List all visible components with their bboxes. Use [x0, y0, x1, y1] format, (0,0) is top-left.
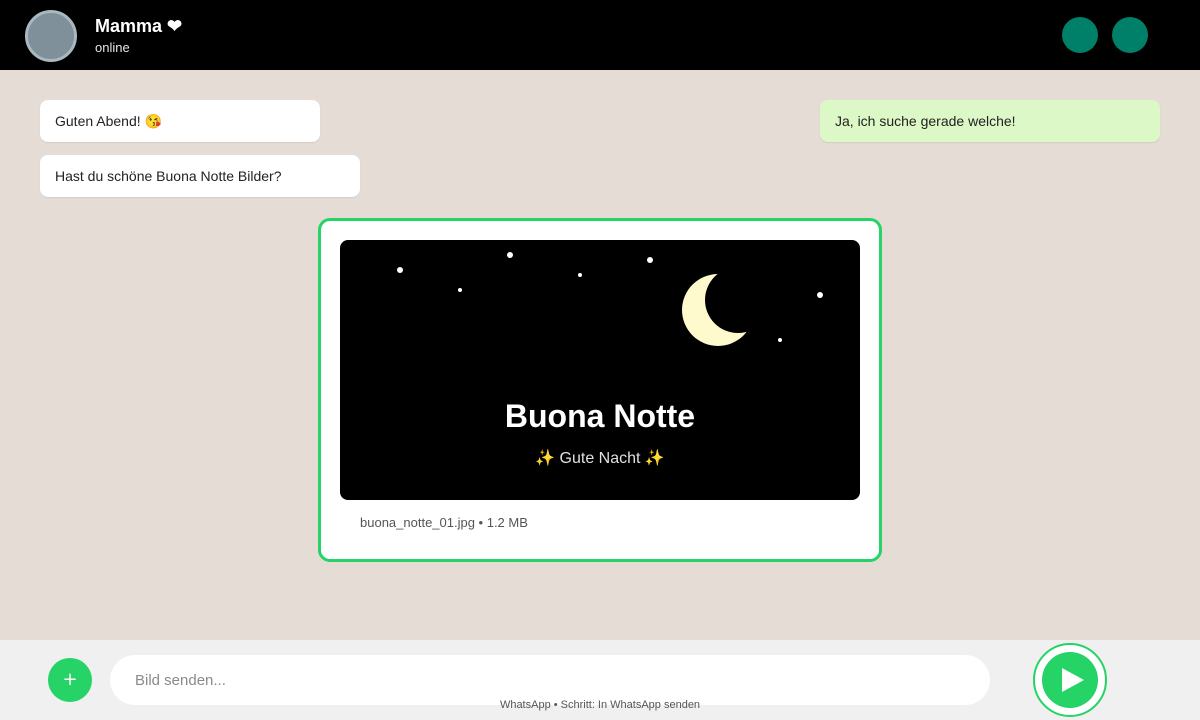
star-icon [817, 292, 823, 298]
voice-call-button[interactable] [1112, 17, 1148, 53]
message-bubble-outgoing[interactable]: Ja, ich suche gerade welche! [820, 100, 1160, 142]
contact-name[interactable]: Mamma ❤ [95, 16, 182, 37]
attach-button[interactable]: + [48, 658, 92, 702]
star-icon [578, 273, 582, 277]
contact-status: online [95, 40, 130, 55]
footer-hint: WhatsApp • Schritt: In WhatsApp senden [499, 699, 701, 711]
image-preview-card[interactable]: Buona Notte ✨ Gute Nacht ✨ buona_notte_0… [318, 218, 882, 562]
message-composer: + WhatsApp • Schritt: In WhatsApp senden [0, 640, 1200, 720]
star-icon [507, 252, 513, 258]
image-preview[interactable]: Buona Notte ✨ Gute Nacht ✨ [340, 240, 860, 500]
moon-shadow [705, 267, 771, 333]
star-icon [458, 288, 462, 292]
star-icon [647, 257, 653, 263]
file-info: buona_notte_01.jpg • 1.2 MB [360, 515, 528, 530]
message-bubble-incoming[interactable]: Hast du schöne Buona Notte Bilder? [40, 155, 360, 197]
star-icon [778, 338, 782, 342]
star-icon [397, 267, 403, 273]
chat-header: Mamma ❤ online [0, 0, 1200, 70]
avatar[interactable] [25, 10, 77, 62]
message-input[interactable] [110, 655, 990, 705]
message-bubble-incoming[interactable]: Guten Abend! 😘 [40, 100, 320, 142]
image-title: Buona Notte [504, 398, 696, 434]
send-icon [1062, 668, 1084, 692]
video-call-button[interactable] [1062, 17, 1098, 53]
image-subtitle: ✨ Gute Nacht ✨ [535, 450, 665, 467]
